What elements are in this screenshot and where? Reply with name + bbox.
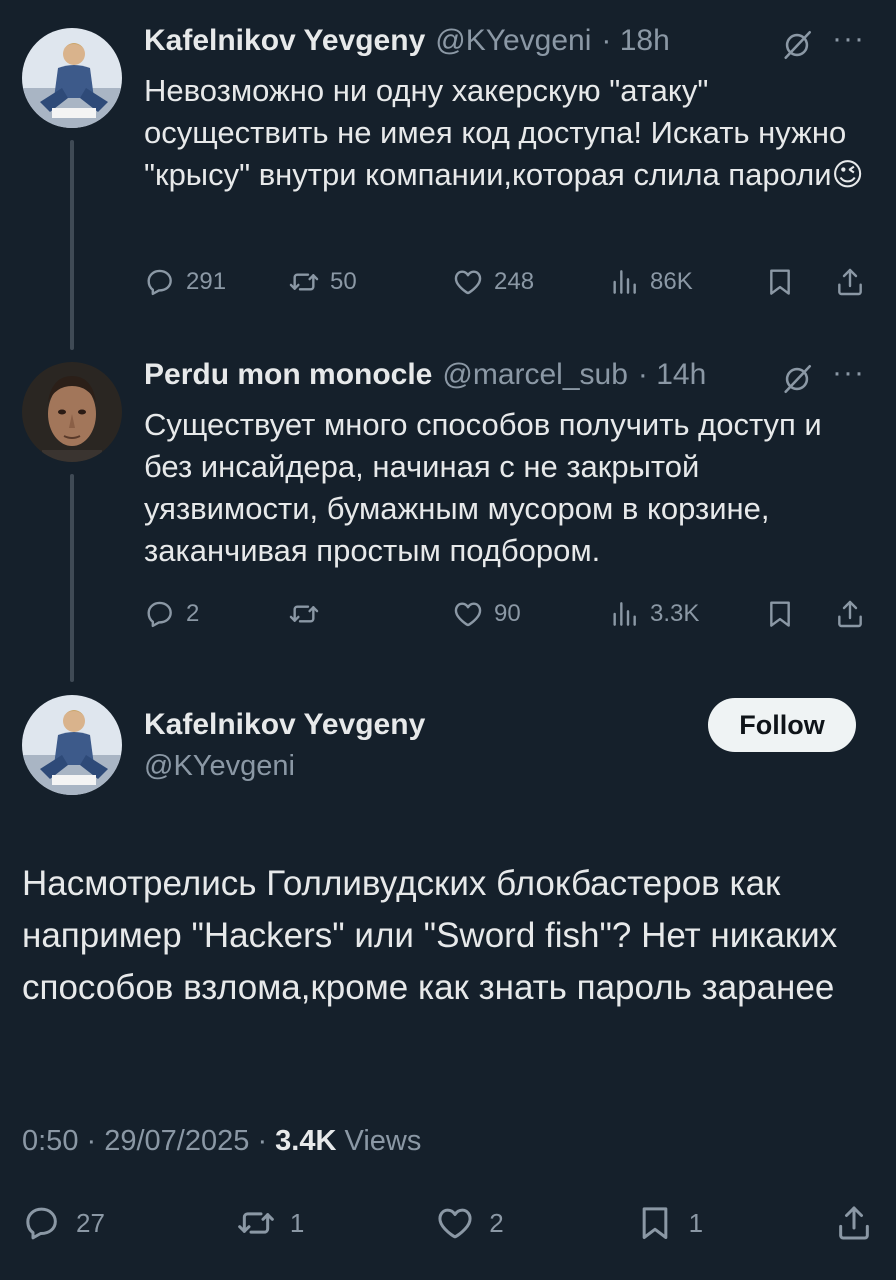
display-name[interactable]: Perdu mon monocle [144, 358, 432, 392]
like-button[interactable]: 90 [452, 598, 608, 630]
reply-button[interactable]: 27 [22, 1203, 105, 1243]
tweet-meta: 0:50 · 29/07/2025 · 3.4K Views [22, 1125, 422, 1157]
reply-count: 291 [186, 268, 227, 295]
views-count: 86K [650, 268, 693, 295]
timestamp[interactable]: · 14h [638, 358, 706, 392]
post-time[interactable]: 0:50 [22, 1125, 78, 1157]
like-button[interactable]: 248 [452, 266, 608, 298]
tweet-actions: 2 90 3.3K [144, 598, 868, 630]
grok-icon[interactable] [780, 28, 814, 62]
heart-icon [452, 598, 484, 630]
views-button[interactable]: 86K [608, 266, 764, 298]
share-icon [834, 598, 866, 630]
user-handle[interactable]: @marcel_sub [442, 358, 628, 392]
grok-icon[interactable] [780, 362, 814, 396]
repost-button[interactable] [288, 598, 452, 630]
user-handle[interactable]: @KYevgeni [144, 750, 295, 783]
repost-icon [288, 598, 320, 630]
heart-icon [435, 1203, 475, 1243]
reply-count: 27 [76, 1207, 105, 1238]
bookmark-icon [764, 266, 796, 298]
thread-line [70, 474, 74, 682]
reply-icon [22, 1203, 62, 1243]
reply-icon [144, 266, 176, 298]
repost-button[interactable]: 1 [236, 1203, 304, 1243]
avatar[interactable] [22, 695, 122, 795]
reply-button[interactable]: 291 [144, 266, 288, 298]
reply-button[interactable]: 2 [144, 598, 288, 630]
post-date[interactable]: 29/07/2025 [104, 1125, 249, 1157]
views-label: Views [344, 1125, 422, 1157]
share-button[interactable] [834, 266, 866, 298]
heart-icon [452, 266, 484, 298]
thread-line [70, 140, 74, 350]
bookmark-count: 1 [688, 1207, 704, 1238]
bookmark-icon [764, 598, 796, 630]
repost-button[interactable]: 50 [288, 266, 452, 298]
views-button[interactable]: 3.3K [608, 598, 764, 630]
like-button[interactable]: 2 [435, 1203, 504, 1243]
tweet-actions: 291 50 248 86K [144, 266, 868, 298]
repost-count: 1 [289, 1207, 305, 1238]
repost-icon [236, 1203, 276, 1243]
like-count: 2 [489, 1207, 504, 1238]
analytics-icon [608, 266, 640, 298]
repost-icon [288, 266, 320, 298]
share-icon [834, 266, 866, 298]
reply-icon [144, 598, 176, 630]
tweet-header: Perdu mon monocle @marcel_sub · 14h [144, 358, 706, 392]
bookmark-icon [635, 1203, 675, 1243]
share-button[interactable] [834, 598, 866, 630]
tweet-text: Насмотрелись Голливудских блокбастеров к… [22, 864, 838, 1007]
display-name[interactable]: Kafelnikov Yevgeny [144, 708, 425, 742]
like-count: 248 [494, 268, 535, 295]
views-count: 3.3K [650, 600, 700, 627]
share-button[interactable] [834, 1203, 874, 1243]
views-count: 3.4K [275, 1125, 337, 1157]
tweet-actions: 27 1 2 1 [22, 1198, 874, 1248]
bookmark-button[interactable] [764, 598, 834, 630]
user-handle[interactable]: @KYevgeni [435, 24, 591, 58]
repost-count: 50 [330, 268, 357, 295]
timestamp[interactable]: · 18h [601, 24, 669, 58]
bookmark-button[interactable] [764, 266, 834, 298]
avatar[interactable] [22, 28, 122, 128]
analytics-icon [608, 598, 640, 630]
tweet-text: Существует много способов получить досту… [144, 407, 822, 568]
tweet-header: Kafelnikov Yevgeny @KYevgeni · 18h [144, 24, 670, 58]
bookmark-button[interactable]: 1 [635, 1203, 703, 1243]
more-icon[interactable]: ··· [832, 356, 865, 390]
tweet-text: Невозможно ни одну хакерскую "атаку" осу… [144, 73, 864, 192]
more-icon[interactable]: ··· [832, 22, 865, 56]
follow-button[interactable]: Follow [708, 698, 856, 752]
reply-count: 2 [186, 600, 200, 627]
share-icon [834, 1203, 874, 1243]
display-name[interactable]: Kafelnikov Yevgeny [144, 24, 425, 58]
like-count: 90 [494, 600, 521, 627]
avatar[interactable] [22, 362, 122, 462]
